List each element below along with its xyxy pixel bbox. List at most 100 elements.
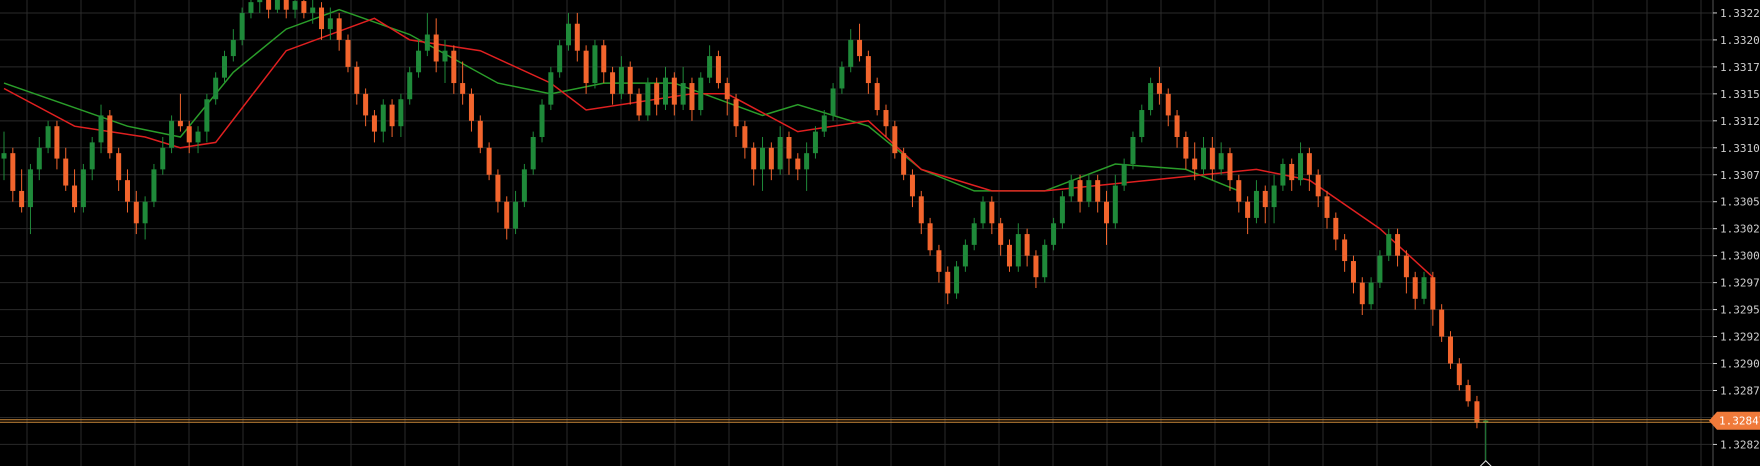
- candle-body: [80, 169, 86, 208]
- candle: [892, 120, 898, 159]
- candle: [521, 163, 527, 208]
- candle-body: [892, 126, 898, 154]
- candle: [1139, 104, 1145, 143]
- candle-body: [354, 66, 360, 94]
- candle-body: [980, 201, 986, 224]
- y-tick-label: 1.32900: [1720, 358, 1760, 371]
- candle-body: [283, 0, 289, 10]
- candle: [1377, 250, 1383, 289]
- candle-body: [883, 110, 889, 127]
- candle-body: [10, 153, 16, 191]
- price-axis[interactable]: 1.33225 1.33200 1.33175 1.33150 1.33125 1.331…: [1713, 7, 1760, 451]
- candle-body: [830, 88, 836, 116]
- candle-body: [45, 126, 51, 148]
- candle-body: [1059, 196, 1065, 224]
- candle-body: [1253, 190, 1259, 218]
- candle-body: [433, 34, 439, 62]
- candle: [548, 66, 554, 111]
- candle-body: [530, 136, 536, 170]
- candle-body: [186, 126, 192, 143]
- candle-body: [1324, 196, 1330, 218]
- candle: [927, 217, 933, 256]
- y-tick-label: 1.33100: [1720, 142, 1760, 155]
- candle-body: [1174, 115, 1180, 137]
- candle: [715, 50, 721, 89]
- y-tick-label: 1.32975: [1720, 277, 1760, 290]
- candle-body: [574, 23, 580, 51]
- candle-body: [1121, 163, 1127, 186]
- candle: [874, 77, 880, 116]
- candle-body: [407, 72, 413, 100]
- candle-body: [1156, 83, 1162, 94]
- candle-body: [345, 39, 351, 67]
- chart-background: [0, 0, 1760, 466]
- candle-body: [160, 147, 166, 170]
- candle-body: [1015, 234, 1021, 267]
- candle-body: [169, 120, 175, 148]
- y-tick-label: 1.32950: [1720, 304, 1760, 317]
- candle-body: [707, 56, 713, 78]
- candle-body: [504, 201, 510, 229]
- candle-body: [292, 1, 298, 10]
- candle-body: [266, 0, 272, 10]
- candle-body: [1245, 201, 1251, 218]
- candle-body: [583, 50, 589, 84]
- candle: [477, 115, 483, 154]
- candle-body: [795, 158, 801, 170]
- candle-body: [89, 142, 95, 170]
- candle-body: [513, 201, 519, 229]
- candle-body: [274, 0, 280, 10]
- candle: [954, 261, 960, 299]
- candle: [1148, 77, 1154, 116]
- candle-body: [909, 174, 915, 197]
- candle-body: [1051, 223, 1057, 245]
- candle-body: [204, 99, 210, 132]
- candle-body: [1377, 255, 1383, 283]
- candle-body: [222, 56, 227, 78]
- candle-body: [768, 147, 774, 170]
- candle-body: [1227, 153, 1233, 181]
- y-tick-label: 1.32925: [1720, 331, 1760, 344]
- candle: [107, 110, 113, 159]
- candle-body: [848, 39, 854, 67]
- candle-body: [680, 83, 686, 105]
- candle-body: [689, 83, 695, 111]
- candle-body: [1006, 244, 1012, 267]
- y-tick-label: 1.33050: [1720, 196, 1760, 209]
- y-tick-label: 1.33000: [1720, 250, 1760, 263]
- candle-body: [468, 93, 474, 121]
- candle-body: [151, 169, 157, 202]
- candle-body: [27, 169, 33, 208]
- y-tick-label: 1.33025: [1720, 223, 1760, 236]
- candle-body: [724, 83, 730, 100]
- y-tick-label: 1.33225: [1720, 7, 1760, 20]
- candle-body: [636, 93, 642, 116]
- candle: [407, 66, 413, 105]
- candle-body: [1139, 110, 1145, 137]
- candle-body: [1218, 153, 1224, 170]
- candle-body: [1209, 147, 1215, 170]
- candle-body: [477, 120, 483, 148]
- y-tick-label: 1.33175: [1720, 61, 1760, 74]
- price-chart[interactable]: 1.33225 1.33200 1.33175 1.33150 1.33125 1.331…: [0, 0, 1760, 466]
- candle-body: [1421, 277, 1427, 299]
- candle-body: [971, 223, 977, 245]
- candle-body: [1395, 234, 1401, 256]
- candle-body: [327, 18, 333, 30]
- candle-body: [124, 180, 130, 202]
- candle-body: [565, 23, 571, 46]
- candle-body: [733, 99, 739, 127]
- candle: [1042, 239, 1048, 283]
- candle-body: [1112, 185, 1118, 224]
- candle: [1130, 131, 1136, 170]
- candle-body: [416, 50, 422, 73]
- candle-body: [521, 169, 527, 202]
- candle-body: [371, 115, 377, 132]
- candle-body: [962, 244, 968, 267]
- candle-body: [1333, 217, 1339, 240]
- candle-body: [1403, 255, 1409, 278]
- y-tick-label: 1.33150: [1720, 88, 1760, 101]
- candle-body: [1280, 163, 1286, 186]
- candle-body: [380, 104, 386, 132]
- candle-body: [874, 83, 880, 111]
